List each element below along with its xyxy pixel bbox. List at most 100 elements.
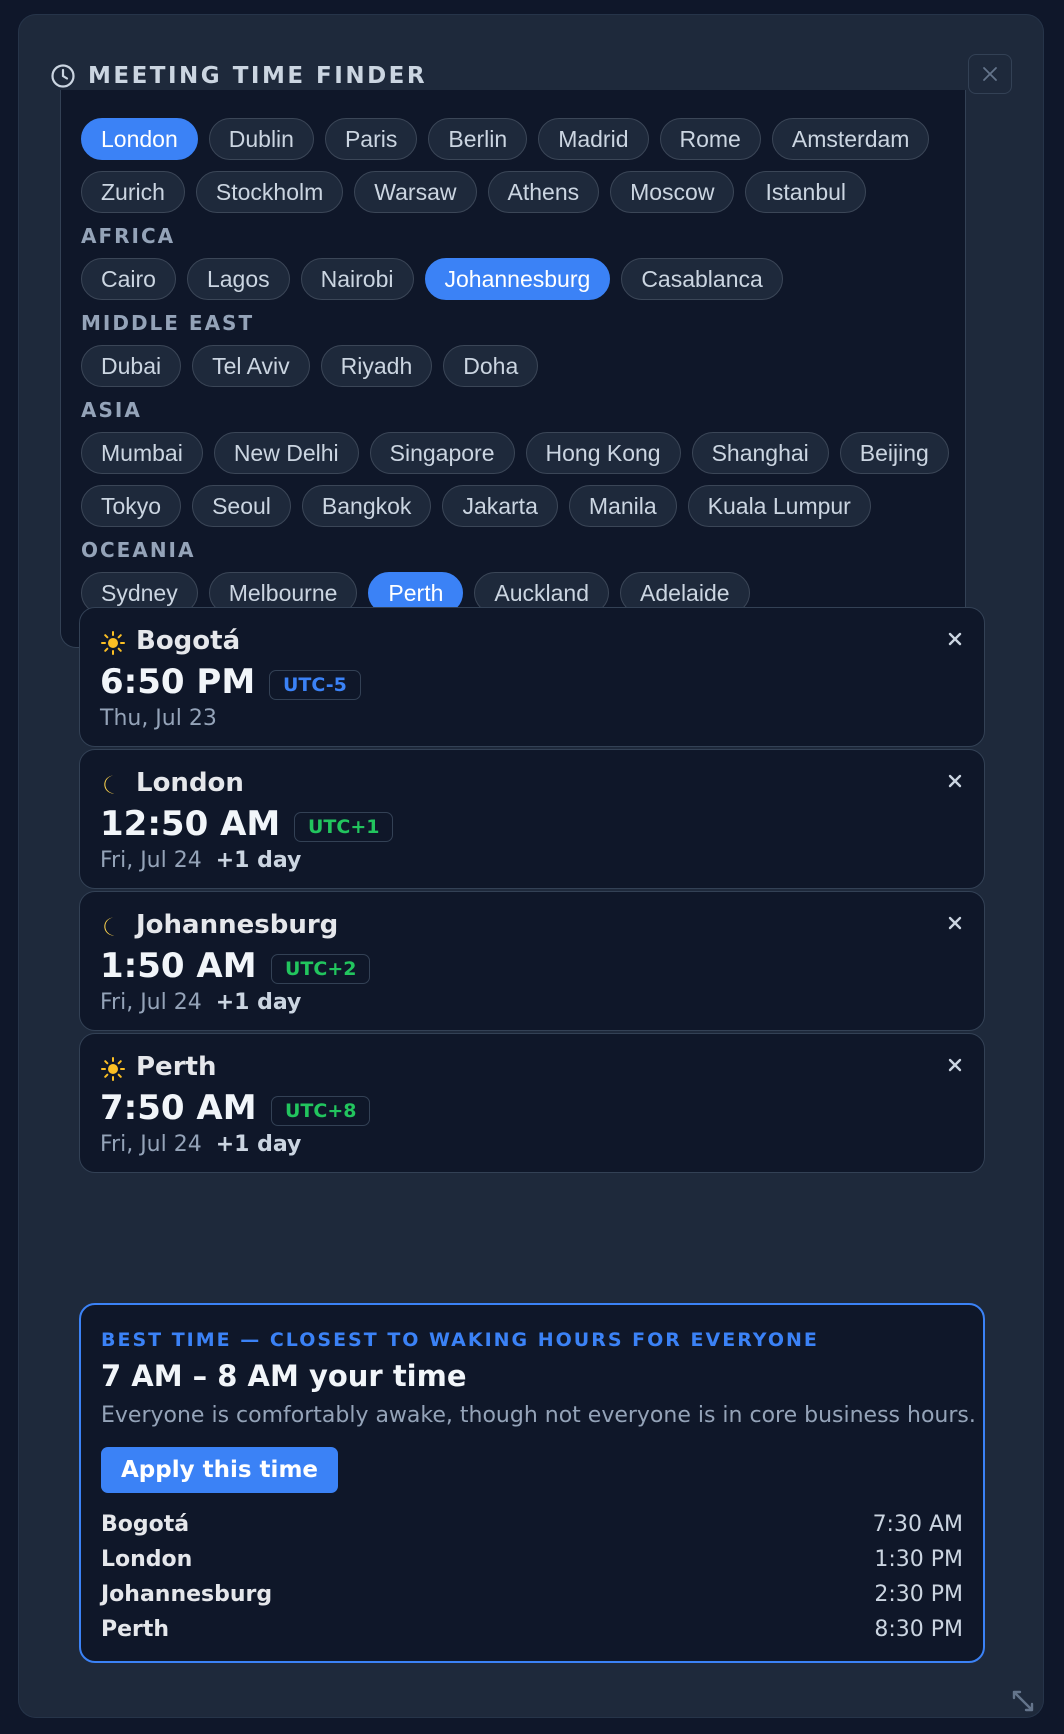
best-time-row: Bogotá 7:30 AM <box>101 1507 963 1542</box>
remove-city-icon[interactable] <box>946 914 964 932</box>
card-local-time: 7:50 AM <box>100 1088 257 1128</box>
city-chip-zurich[interactable]: Zurich <box>81 171 185 213</box>
card-local-time: 12:50 AM <box>100 804 281 844</box>
region-label: ASIA <box>81 398 142 422</box>
close-button[interactable] <box>968 54 1012 94</box>
chip-row: Dubai Tel Aviv Riyadh Doha <box>81 345 945 387</box>
utc-offset-badge: UTC-5 <box>269 670 361 700</box>
card-date: Thu, Jul 23 <box>100 706 217 731</box>
best-time-city: Perth <box>101 1617 170 1642</box>
card-date: Fri, Jul 24 <box>100 1132 202 1157</box>
chip-row: Tokyo Seoul Bangkok Jakarta Manila Kuala Lump… <box>81 485 945 527</box>
region-label: AFRICA <box>81 224 176 248</box>
card-city-name: London <box>136 768 244 798</box>
utc-offset-badge: UTC+2 <box>271 954 371 984</box>
city-chip-new-delhi[interactable]: New Delhi <box>213 432 359 474</box>
chip-row: London Dublin Paris Berlin Madrid Rome Amsterd… <box>81 118 945 160</box>
city-chip-dublin[interactable]: Dublin <box>208 118 314 160</box>
city-chip-berlin[interactable]: Berlin <box>428 118 528 160</box>
day-offset: +1 day <box>215 1132 302 1157</box>
best-time-description: Everyone is comfortably awake, though no… <box>101 1403 976 1428</box>
city-chip-stockholm[interactable]: Stockholm <box>195 171 344 213</box>
utc-offset-badge: UTC+8 <box>271 1096 371 1126</box>
best-time-row: London 1:30 PM <box>101 1542 963 1577</box>
city-chip-casablanca[interactable]: Casablanca <box>621 258 783 300</box>
city-chip-rome[interactable]: Rome <box>659 118 761 160</box>
card-date-line: Fri, Jul 24 +1 day <box>100 990 301 1015</box>
apply-time-button[interactable]: Apply this time <box>101 1447 339 1493</box>
panel-title: MEETING TIME FINDER <box>88 63 428 89</box>
region-label: OCEANIA <box>81 538 196 562</box>
city-chip-shanghai[interactable]: Shanghai <box>691 432 829 474</box>
remove-city-icon[interactable] <box>946 772 964 790</box>
chip-row: Mumbai New Delhi Singapore Hong Kong Shangha… <box>81 432 949 474</box>
city-chip-london[interactable]: London <box>81 118 198 160</box>
city-chip-dubai[interactable]: Dubai <box>81 345 182 387</box>
moon-icon <box>100 772 126 798</box>
region-label: MIDDLE EAST <box>81 311 255 335</box>
card-date-line: Fri, Jul 24 +1 day <box>100 1132 301 1157</box>
city-time-card: Johannesburg 1:50 AM UTC+2 Fri, Jul 24 +1 da… <box>79 891 985 1031</box>
best-time-value: 2:30 PM <box>874 1582 963 1607</box>
close-icon <box>983 67 997 81</box>
remove-city-icon[interactable] <box>946 1056 964 1074</box>
clock-icon <box>51 64 75 88</box>
card-date: Fri, Jul 24 <box>100 848 202 873</box>
card-city-name: Johannesburg <box>136 910 339 940</box>
city-chip-seoul[interactable]: Seoul <box>192 485 291 527</box>
best-time-kicker: BEST TIME — CLOSEST TO WAKING HOURS FOR … <box>101 1329 819 1351</box>
city-chip-kuala-lumpur[interactable]: Kuala Lumpur <box>687 485 871 527</box>
city-chip-bangkok[interactable]: Bangkok <box>301 485 432 527</box>
best-time-city: Bogotá <box>101 1512 190 1537</box>
best-time-list: Bogotá 7:30 AM London 1:30 PM Johannesburg 2:… <box>101 1507 963 1647</box>
card-date-line: Fri, Jul 24 +1 day <box>100 848 301 873</box>
city-chip-cairo[interactable]: Cairo <box>81 258 176 300</box>
chip-row: Zurich Stockholm Warsaw Athens Moscow Istanbu… <box>81 171 945 213</box>
city-chip-istanbul[interactable]: Istanbul <box>745 171 867 213</box>
city-chip-mumbai[interactable]: Mumbai <box>81 432 203 474</box>
resize-handle-icon[interactable] <box>1010 1688 1036 1714</box>
city-picker: London Dublin Paris Berlin Madrid Rome Amsterd… <box>60 90 966 648</box>
city-chip-manila[interactable]: Manila <box>568 485 677 527</box>
city-time-card: Perth 7:50 AM UTC+8 Fri, Jul 24 +1 day <box>79 1033 985 1173</box>
card-local-time: 1:50 AM <box>100 946 257 986</box>
city-chip-athens[interactable]: Athens <box>487 171 600 213</box>
city-chip-tokyo[interactable]: Tokyo <box>81 485 182 527</box>
city-chip-amsterdam[interactable]: Amsterdam <box>771 118 930 160</box>
sun-icon <box>100 1056 126 1082</box>
city-chip-beijing[interactable]: Beijing <box>839 432 949 474</box>
day-offset: +1 day <box>215 990 302 1015</box>
chip-row: Cairo Lagos Nairobi Johannesburg Casablanca <box>81 258 945 300</box>
day-offset: +1 day <box>215 848 302 873</box>
city-chip-jakarta[interactable]: Jakarta <box>442 485 558 527</box>
city-chip-tel-aviv[interactable]: Tel Aviv <box>192 345 310 387</box>
city-chip-warsaw[interactable]: Warsaw <box>354 171 477 213</box>
city-chip-lagos[interactable]: Lagos <box>186 258 290 300</box>
city-time-card: Bogotá 6:50 PM UTC-5 Thu, Jul 23 <box>79 607 985 747</box>
best-time-value: 7:30 AM <box>872 1512 963 1537</box>
best-time-city: Johannesburg <box>101 1582 273 1607</box>
city-chip-moscow[interactable]: Moscow <box>610 171 735 213</box>
city-chip-johannesburg[interactable]: Johannesburg <box>424 258 611 300</box>
city-chip-madrid[interactable]: Madrid <box>538 118 649 160</box>
remove-city-icon[interactable] <box>946 630 964 648</box>
best-time-value: 8:30 PM <box>874 1617 963 1642</box>
sun-icon <box>100 630 126 656</box>
city-chip-riyadh[interactable]: Riyadh <box>320 345 433 387</box>
best-time-row: Perth 8:30 PM <box>101 1612 963 1647</box>
utc-offset-badge: UTC+1 <box>294 812 394 842</box>
card-date: Fri, Jul 24 <box>100 990 202 1015</box>
best-time-card: BEST TIME — CLOSEST TO WAKING HOURS FOR … <box>79 1303 985 1663</box>
moon-icon <box>100 914 126 940</box>
card-city-name: Perth <box>136 1052 217 1082</box>
card-city-name: Bogotá <box>136 626 241 656</box>
card-date-line: Thu, Jul 23 <box>100 706 217 731</box>
best-time-city: London <box>101 1547 193 1572</box>
city-chip-nairobi[interactable]: Nairobi <box>300 258 414 300</box>
city-chip-singapore[interactable]: Singapore <box>369 432 515 474</box>
city-chip-paris[interactable]: Paris <box>324 118 418 160</box>
city-time-card: London 12:50 AM UTC+1 Fri, Jul 24 +1 day <box>79 749 985 889</box>
best-time-value: 1:30 PM <box>874 1547 963 1572</box>
city-chip-doha[interactable]: Doha <box>443 345 539 387</box>
city-chip-hong-kong[interactable]: Hong Kong <box>525 432 681 474</box>
